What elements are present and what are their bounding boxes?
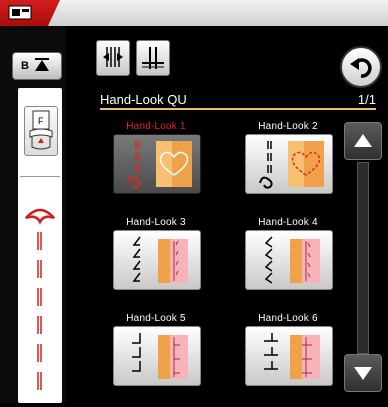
stitch-button[interactable] [113,326,201,386]
stitch-button[interactable] [113,230,201,290]
back-arrow-icon [350,58,372,78]
stitch-tile-hand-look-5[interactable]: Hand-Look 5 [108,313,204,407]
divider [20,176,60,177]
machine-tab-icon [8,5,32,20]
stitch-label: Hand-Look 3 [126,217,186,228]
presser-foot-icon: F [29,110,53,150]
stitch-button[interactable] [245,230,333,290]
mirror-button[interactable] [96,40,130,76]
stitch-tile-hand-look-3[interactable]: Hand-Look 3 [108,217,204,311]
scrollbar[interactable] [344,122,382,392]
needle-position-button[interactable] [136,40,170,76]
stitch-label: Hand-Look 5 [126,313,186,324]
stitch-hand-look-2-icon [259,141,324,189]
stitch-hand-look-1-icon [127,141,192,189]
header-rule [100,108,376,110]
category-header: Hand-Look QU 1/1 [100,90,380,110]
scroll-down-button[interactable] [344,354,382,392]
stitch-hand-look-4-icon [264,236,320,284]
stitch-label: Hand-Look 2 [258,121,318,132]
scroll-down-icon [354,367,372,380]
stitch-preview-icon [25,208,55,390]
stitch-label: Hand-Look 6 [258,313,318,324]
presser-foot-panel: F [18,88,62,403]
page-indicator: 1/1 [357,92,376,107]
stitch-tile-hand-look-2[interactable]: Hand-Look 2 [240,121,336,215]
stitch-button[interactable] [113,134,201,194]
presser-foot-button[interactable]: F [24,106,58,156]
svg-text:F: F [38,116,44,126]
stitch-button[interactable] [245,134,333,194]
needle-position-icon [142,47,164,69]
stitch-button[interactable] [245,326,333,386]
scroll-up-button[interactable] [344,122,382,160]
stitch-hand-look-3-icon [132,236,188,283]
top-bar [0,0,388,26]
stitch-hand-look-6-icon [264,333,320,379]
stitch-tile-hand-look-1[interactable]: Hand-Look 1 [108,121,204,215]
scroll-track[interactable] [357,162,369,354]
stitch-tile-hand-look-4[interactable]: Hand-Look 4 [240,217,336,311]
stitch-mirror-icon [103,47,123,67]
stitch-tile-hand-look-6[interactable]: Hand-Look 6 [240,313,336,407]
machine-tab[interactable] [0,0,60,26]
scroll-up-icon [354,134,372,147]
bobbin-label: B [21,60,29,72]
bobbin-button[interactable]: B [12,52,62,80]
category-title: Hand-Look QU [100,92,187,107]
stitch-hand-look-5-icon [132,333,188,379]
stitch-label: Hand-Look 1 [126,121,186,132]
top-arrow-icon [35,58,49,71]
stitch-label: Hand-Look 4 [258,217,318,228]
back-button[interactable] [340,46,382,88]
